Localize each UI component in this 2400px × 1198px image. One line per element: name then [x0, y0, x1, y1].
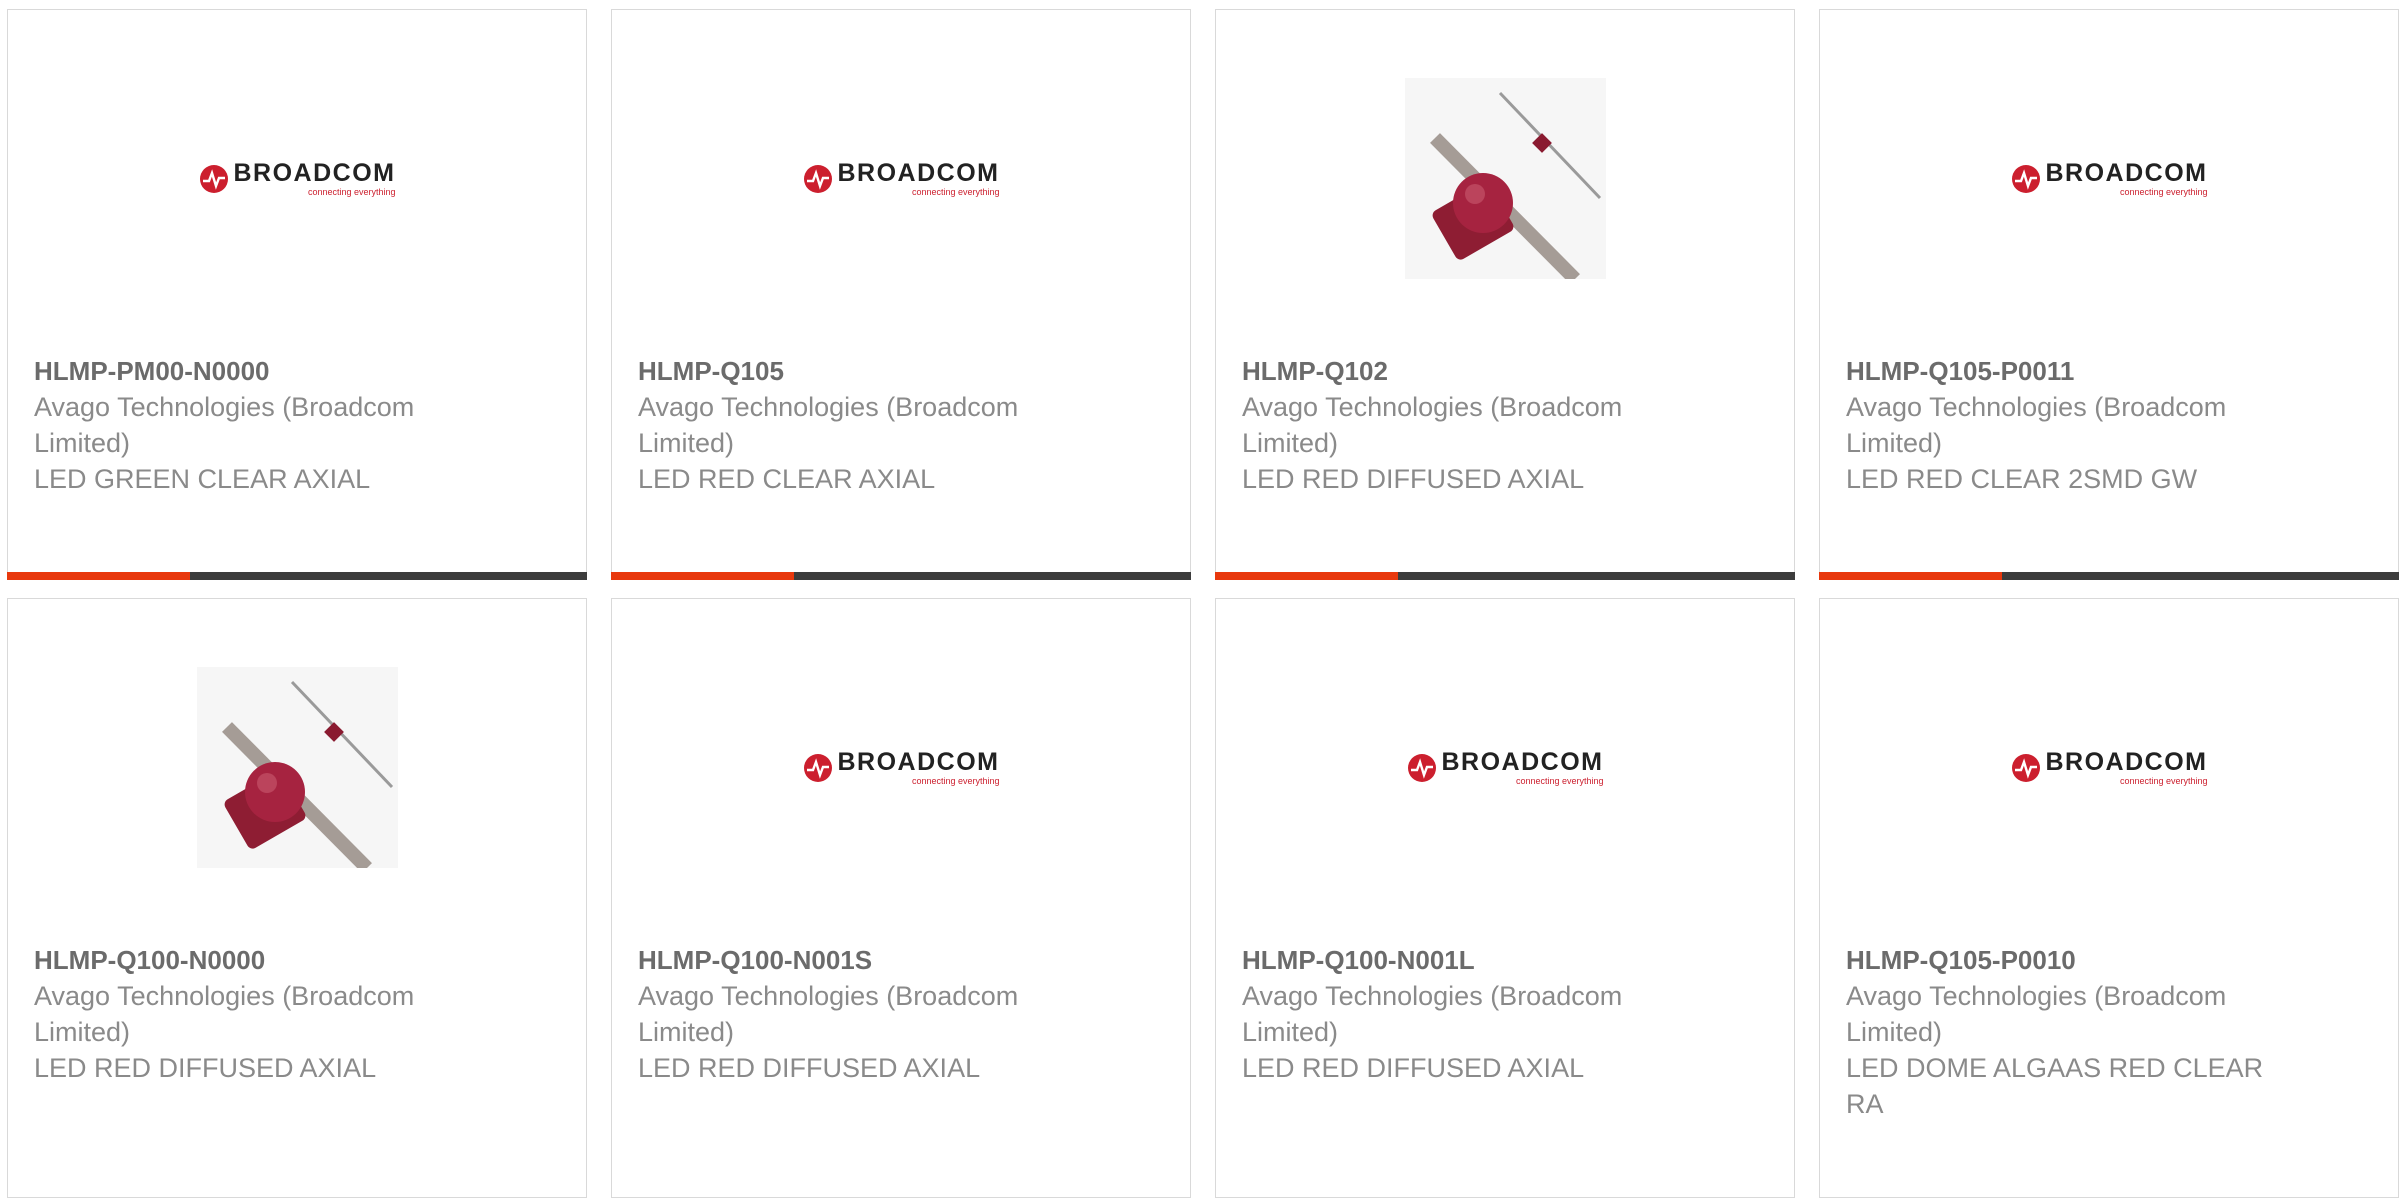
product-card[interactable]: BROADCOM connecting everything HLMP-Q100…	[1215, 598, 1795, 1198]
product-image	[1405, 78, 1606, 279]
broadcom-pulse-icon	[1407, 753, 1436, 782]
logo-tagline: connecting everything	[911, 187, 1000, 197]
broadcom-logo: BROADCOM connecting everything	[2011, 159, 2208, 197]
product-image	[197, 667, 398, 868]
manufacturer: Avago Technologies (Broadcom Limited)	[1242, 392, 1623, 458]
broadcom-logo: BROADCOM connecting everything	[803, 159, 1000, 197]
product-image: BROADCOM connecting everything	[801, 667, 1002, 868]
description: LED GREEN CLEAR AXIAL	[34, 464, 371, 494]
logo-name: BROADCOM	[837, 159, 1000, 187]
broadcom-pulse-icon	[2011, 753, 2040, 782]
description: LED RED DIFFUSED AXIAL	[1242, 464, 1585, 494]
card-accent-bar	[7, 572, 587, 580]
logo-name: BROADCOM	[1441, 748, 1604, 776]
part-number-link[interactable]: HLMP-Q105	[638, 353, 1058, 389]
manufacturer: Avago Technologies (Broadcom Limited)	[34, 392, 415, 458]
product-image: BROADCOM connecting everything	[197, 78, 398, 279]
card-accent-bar	[611, 572, 1191, 580]
product-image: BROADCOM connecting everything	[2009, 667, 2210, 868]
part-number-link[interactable]: HLMP-Q100-N001S	[638, 942, 1058, 978]
logo-tagline: connecting everything	[1515, 776, 1604, 786]
card-accent-bar	[1215, 572, 1795, 580]
manufacturer: Avago Technologies (Broadcom Limited)	[638, 981, 1019, 1047]
product-image: BROADCOM connecting everything	[1405, 667, 1606, 868]
broadcom-logo: BROADCOM connecting everything	[1407, 748, 1604, 786]
part-number-link[interactable]: HLMP-Q100-N0000	[34, 942, 454, 978]
card-accent-bar	[1819, 572, 2399, 580]
logo-name: BROADCOM	[837, 748, 1000, 776]
led-photo	[1405, 78, 1606, 279]
broadcom-logo: BROADCOM connecting everything	[2011, 748, 2208, 786]
manufacturer: Avago Technologies (Broadcom Limited)	[1846, 981, 2227, 1047]
broadcom-logo: BROADCOM connecting everything	[199, 159, 396, 197]
part-number-link[interactable]: HLMP-Q105-P0010	[1846, 942, 2266, 978]
description: LED RED DIFFUSED AXIAL	[1242, 1053, 1585, 1083]
part-number-link[interactable]: HLMP-PM00-N0000	[34, 353, 454, 389]
description: LED RED CLEAR 2SMD GW	[1846, 464, 2198, 494]
broadcom-pulse-icon	[803, 753, 832, 782]
led-photo	[197, 667, 398, 868]
product-card[interactable]: HLMP-Q100-N0000 Avago Technologies (Broa…	[7, 598, 587, 1198]
product-card[interactable]: BROADCOM connecting everything HLMP-Q100…	[611, 598, 1191, 1198]
product-image: BROADCOM connecting everything	[801, 78, 1002, 279]
broadcom-pulse-icon	[2011, 164, 2040, 193]
product-card[interactable]: BROADCOM connecting everything HLMP-PM00…	[7, 9, 587, 580]
product-card[interactable]: BROADCOM connecting everything HLMP-Q105…	[1819, 598, 2399, 1198]
description: LED RED DIFFUSED AXIAL	[34, 1053, 377, 1083]
broadcom-pulse-icon	[803, 164, 832, 193]
logo-name: BROADCOM	[2045, 159, 2208, 187]
product-image: BROADCOM connecting everything	[2009, 78, 2210, 279]
logo-tagline: connecting everything	[307, 187, 396, 197]
logo-name: BROADCOM	[233, 159, 396, 187]
part-number-link[interactable]: HLMP-Q100-N001L	[1242, 942, 1662, 978]
logo-tagline: connecting everything	[911, 776, 1000, 786]
broadcom-logo: BROADCOM connecting everything	[803, 748, 1000, 786]
manufacturer: Avago Technologies (Broadcom Limited)	[638, 392, 1019, 458]
part-number-link[interactable]: HLMP-Q102	[1242, 353, 1662, 389]
product-card[interactable]: HLMP-Q102 Avago Technologies (Broadcom L…	[1215, 9, 1795, 580]
manufacturer: Avago Technologies (Broadcom Limited)	[1846, 392, 2227, 458]
broadcom-pulse-icon	[199, 164, 228, 193]
product-card[interactable]: BROADCOM connecting everything HLMP-Q105…	[611, 9, 1191, 580]
description: LED DOME ALGAAS RED CLEAR RA	[1846, 1053, 2264, 1119]
part-number-link[interactable]: HLMP-Q105-P0011	[1846, 353, 2266, 389]
description: LED RED CLEAR AXIAL	[638, 464, 936, 494]
product-grid: BROADCOM connecting everything HLMP-PM00…	[0, 0, 2400, 1198]
logo-tagline: connecting everything	[2119, 776, 2208, 786]
product-card[interactable]: BROADCOM connecting everything HLMP-Q105…	[1819, 9, 2399, 580]
manufacturer: Avago Technologies (Broadcom Limited)	[1242, 981, 1623, 1047]
logo-tagline: connecting everything	[2119, 187, 2208, 197]
manufacturer: Avago Technologies (Broadcom Limited)	[34, 981, 415, 1047]
description: LED RED DIFFUSED AXIAL	[638, 1053, 981, 1083]
logo-name: BROADCOM	[2045, 748, 2208, 776]
